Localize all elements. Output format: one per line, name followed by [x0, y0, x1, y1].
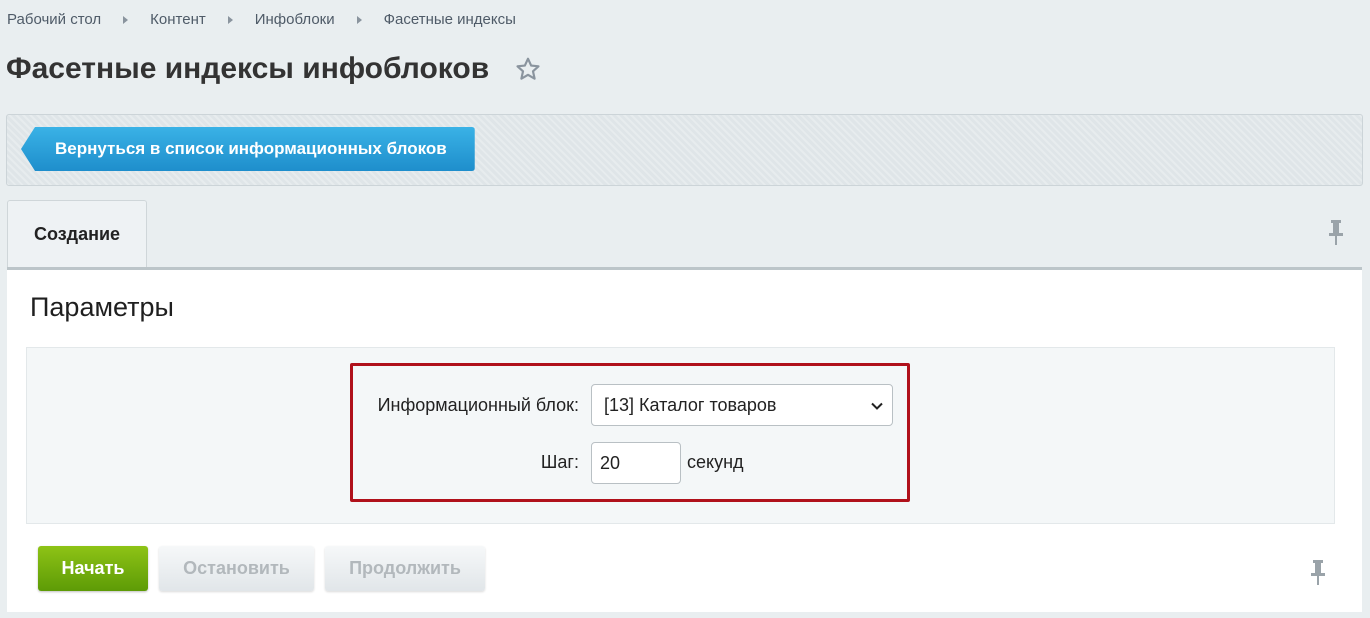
- page-title-row: Фасетные индексы инфоблоков: [6, 52, 541, 86]
- star-icon[interactable]: [515, 56, 541, 82]
- start-button[interactable]: Начать: [38, 546, 148, 591]
- tab-content-panel: Параметры Информационный блок: [13] Ката…: [7, 267, 1362, 612]
- breadcrumb-item-desktop[interactable]: Рабочий стол: [7, 11, 101, 28]
- iblock-label: Информационный блок:: [377, 395, 579, 415]
- pin-icon[interactable]: [1309, 558, 1327, 586]
- stop-button[interactable]: Остановить: [159, 546, 314, 591]
- tab-create[interactable]: Создание: [7, 200, 147, 268]
- step-label: Шаг:: [540, 452, 579, 472]
- section-title: Параметры: [30, 292, 174, 322]
- page-title: Фасетные индексы инфоблоков: [6, 52, 490, 85]
- step-input[interactable]: 20: [591, 442, 681, 484]
- breadcrumb-arrow-icon: [227, 15, 233, 24]
- breadcrumb-arrow-icon: [356, 15, 362, 24]
- parameters-form: Информационный блок: [13] Каталог товаро…: [26, 347, 1335, 524]
- iblock-select[interactable]: [13] Каталог товаров: [591, 384, 893, 426]
- toolbar: Вернуться в список информационных блоков: [6, 114, 1363, 186]
- chevron-down-icon: [871, 402, 883, 410]
- breadcrumb-item-iblocks[interactable]: Инфоблоки: [255, 11, 335, 28]
- tab-bar: Создание: [6, 200, 1363, 268]
- back-to-iblocks-button[interactable]: Вернуться в список информационных блоков: [21, 127, 475, 171]
- breadcrumb-item-facet[interactable]: Фасетные индексы: [384, 11, 516, 28]
- iblock-select-value: [13] Каталог товаров: [604, 394, 777, 415]
- breadcrumb-arrow-icon: [123, 15, 129, 24]
- breadcrumb: Рабочий стол Контент Инфоблоки Фасетные …: [7, 11, 516, 28]
- step-suffix: секунд: [687, 452, 744, 472]
- continue-button[interactable]: Продолжить: [325, 546, 485, 591]
- breadcrumb-item-content[interactable]: Контент: [150, 11, 206, 28]
- pin-icon[interactable]: [1327, 218, 1345, 246]
